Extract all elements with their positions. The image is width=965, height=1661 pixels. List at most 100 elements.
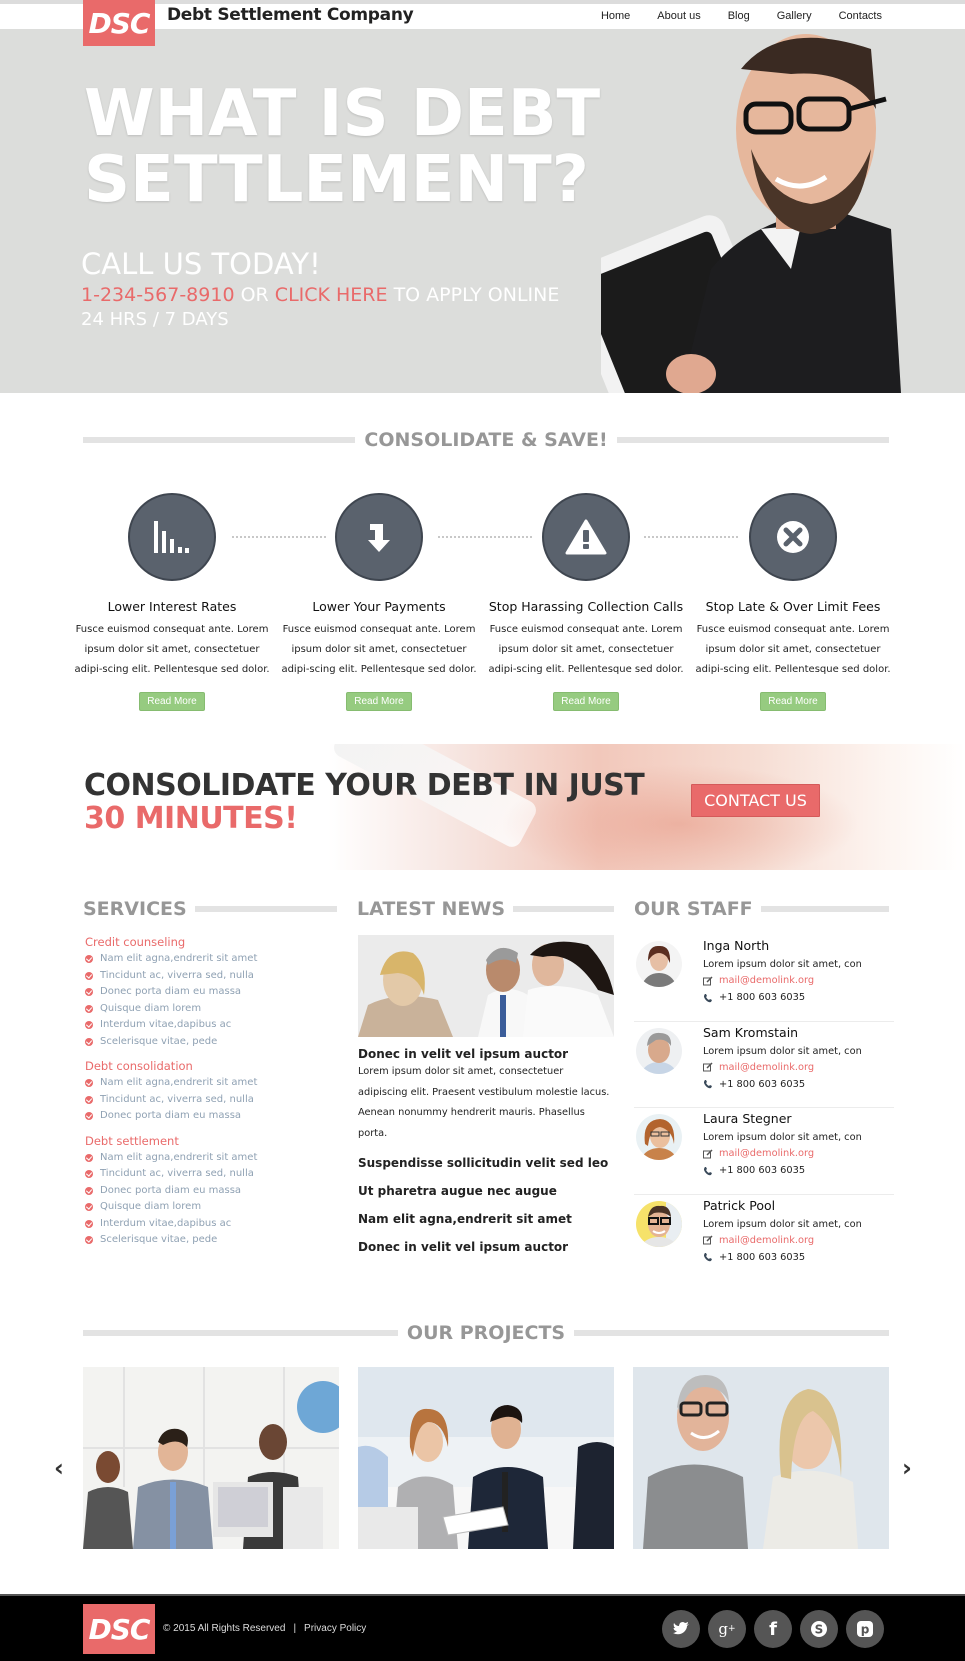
feature-title: Lower Interest Rates xyxy=(107,599,237,614)
staff-phone-text: +1 800 603 6035 xyxy=(719,992,806,1003)
service-item[interactable]: Quisque diam lorem xyxy=(85,1001,335,1018)
hero-phone-link[interactable]: 1-234-567-8910 xyxy=(81,284,235,306)
footer-logo[interactable]: DSC xyxy=(83,1604,155,1654)
staff-email-text[interactable]: mail@demolink.org xyxy=(719,1148,814,1159)
staff-email[interactable]: mail@demolink.org xyxy=(703,975,814,986)
contact-us-button[interactable]: CONTACT US xyxy=(691,784,820,817)
hero-click-here-link[interactable]: CLICK HERE xyxy=(275,284,388,306)
check-icon xyxy=(85,1153,93,1162)
title-divider-right xyxy=(616,437,890,443)
nav-blog[interactable]: Blog xyxy=(728,10,750,22)
check-icon xyxy=(85,1219,93,1228)
service-group: Debt consolidation Nam elit agna,endreri… xyxy=(85,1059,335,1125)
staff-email[interactable]: mail@demolink.org xyxy=(703,1235,814,1246)
read-more-button[interactable]: Read More xyxy=(346,692,412,711)
staff-email-text[interactable]: mail@demolink.org xyxy=(719,1062,814,1073)
staff-email-text[interactable]: mail@demolink.org xyxy=(719,1235,814,1246)
service-group-title[interactable]: Credit counseling xyxy=(85,935,335,949)
hero-title-line2: SETTLEMENT? xyxy=(84,143,589,217)
avatar xyxy=(636,941,682,987)
service-item-label: Tincidunt ac, viverra sed, nulla xyxy=(100,1093,254,1105)
project-image[interactable] xyxy=(358,1367,614,1549)
news-headline[interactable]: Donec in velit vel ipsum auctor xyxy=(358,1047,614,1061)
service-item[interactable]: Scelerisque vitae, pede xyxy=(85,1034,335,1051)
staff-description: Lorem ipsum dolor sit amet, con xyxy=(703,1218,862,1230)
service-item[interactable]: Tincidunt ac, viverra sed, nulla xyxy=(85,968,335,985)
edit-icon xyxy=(703,975,713,985)
nav-about-us[interactable]: About us xyxy=(657,10,700,22)
title-divider-left xyxy=(83,1330,398,1336)
phone-icon xyxy=(704,993,712,1002)
read-more-button[interactable]: Read More xyxy=(760,692,826,711)
service-item[interactable]: Nam elit agna,endrerit sit amet xyxy=(85,951,335,968)
service-item[interactable]: Donec porta diam eu massa xyxy=(85,984,335,1001)
news-link[interactable]: Donec in velit vel ipsum auctor xyxy=(358,1238,614,1257)
avatar xyxy=(636,1027,682,1074)
twitter-icon[interactable] xyxy=(662,1610,700,1648)
title-divider xyxy=(194,906,337,912)
carousel-next-button[interactable]: › xyxy=(902,1454,912,1482)
hero-person-image xyxy=(601,29,901,393)
nav-home[interactable]: Home xyxy=(601,10,630,22)
phone-icon xyxy=(704,1080,712,1089)
service-item-label: Tincidunt ac, viverra sed, nulla xyxy=(100,1168,254,1179)
projects-title-text: OUR PROJECTS xyxy=(406,1322,566,1344)
logo[interactable]: DSC xyxy=(83,0,155,46)
service-group-title[interactable]: Debt consolidation xyxy=(85,1059,335,1073)
consolidate-banner: CONSOLIDATE YOUR DEBT IN JUST 30 MINUTES… xyxy=(0,744,965,870)
news-link[interactable]: Suspendisse sollicitudin velit sed leo xyxy=(358,1154,614,1173)
project-image[interactable] xyxy=(83,1367,339,1549)
read-more-button[interactable]: Read More xyxy=(139,692,205,711)
staff-email-text[interactable]: mail@demolink.org xyxy=(719,975,814,986)
feature-text: Fusce euismod consequat ante. Lorem ipsu… xyxy=(488,624,684,675)
news-link[interactable]: Nam elit agna,endrerit sit amet xyxy=(358,1210,614,1229)
service-item[interactable]: Quisque diam lorem xyxy=(85,1199,335,1216)
nav-gallery[interactable]: Gallery xyxy=(777,10,812,22)
news-image[interactable] xyxy=(358,935,614,1037)
check-icon xyxy=(85,1186,93,1195)
service-item[interactable]: Interdum vitae,dapibus ac xyxy=(85,1017,335,1034)
consolidate-section-title: CONSOLIDATE & SAVE! xyxy=(83,428,890,452)
skype-icon[interactable]: S xyxy=(800,1610,838,1648)
staff-description: Lorem ipsum dolor sit amet, con xyxy=(703,1045,862,1057)
feature-title: Stop Late & Over Limit Fees xyxy=(705,599,881,614)
news-title: LATEST NEWS xyxy=(357,898,614,920)
service-item-label: Donec porta diam eu massa xyxy=(100,1110,242,1121)
arrow-down-icon xyxy=(368,524,390,552)
service-item[interactable]: Nam elit agna,endrerit sit amet xyxy=(85,1150,335,1167)
carousel-prev-button[interactable]: ‹ xyxy=(54,1454,64,1482)
staff-email[interactable]: mail@demolink.org xyxy=(703,1062,814,1073)
google-plus-icon[interactable]: g + xyxy=(708,1610,746,1648)
service-item-label: Tincidunt ac, viverra sed, nulla xyxy=(100,969,254,981)
warning-icon xyxy=(565,519,607,555)
avatar xyxy=(636,1200,682,1247)
hero-hours: 24 HRS / 7 DAYS xyxy=(81,309,229,330)
main-nav: Home About us Blog Gallery Contacts xyxy=(574,10,882,22)
service-item[interactable]: Tincidunt ac, viverra sed, nulla xyxy=(85,1092,335,1109)
nav-contacts[interactable]: Contacts xyxy=(839,10,882,22)
staff-email[interactable]: mail@demolink.org xyxy=(703,1148,814,1159)
service-item-label: Scelerisque vitae, pede xyxy=(100,1234,218,1245)
features-row: Lower Interest Rates Fusce euismod conse… xyxy=(74,493,891,723)
news-link[interactable]: Ut pharetra augue nec augue xyxy=(358,1182,614,1201)
edit-icon xyxy=(703,1062,713,1072)
hero-title-line1: WHAT IS DEBT xyxy=(84,77,601,151)
project-image[interactable] xyxy=(633,1367,889,1549)
service-item[interactable]: Scelerisque vitae, pede xyxy=(85,1232,335,1249)
service-item[interactable]: Tincidunt ac, viverra sed, nulla xyxy=(85,1166,335,1183)
facebook-icon[interactable]: f xyxy=(754,1610,792,1648)
service-item[interactable]: Donec porta diam eu massa xyxy=(85,1183,335,1200)
read-more-button[interactable]: Read More xyxy=(553,692,619,711)
services-list: Credit counseling Nam elit agna,endrerit… xyxy=(85,935,335,1258)
hero-apply-line: 1-234-567-8910 OR CLICK HERE TO APPLY ON… xyxy=(81,284,559,306)
staff-phone-text: +1 800 603 6035 xyxy=(719,1078,806,1090)
pinterest-icon[interactable]: p xyxy=(846,1610,884,1648)
service-item[interactable]: Nam elit agna,endrerit sit amet xyxy=(85,1075,335,1092)
staff-description: Lorem ipsum dolor sit amet, con xyxy=(703,1132,862,1143)
hero-apply-text: TO APPLY ONLINE xyxy=(387,284,560,306)
service-group-title[interactable]: Debt settlement xyxy=(85,1134,335,1148)
service-item[interactable]: Interdum vitae,dapibus ac xyxy=(85,1216,335,1233)
privacy-policy-link[interactable]: Privacy Policy xyxy=(304,1623,366,1634)
banner-headline: CONSOLIDATE YOUR DEBT IN JUST xyxy=(84,768,645,803)
service-item[interactable]: Donec porta diam eu massa xyxy=(85,1108,335,1125)
